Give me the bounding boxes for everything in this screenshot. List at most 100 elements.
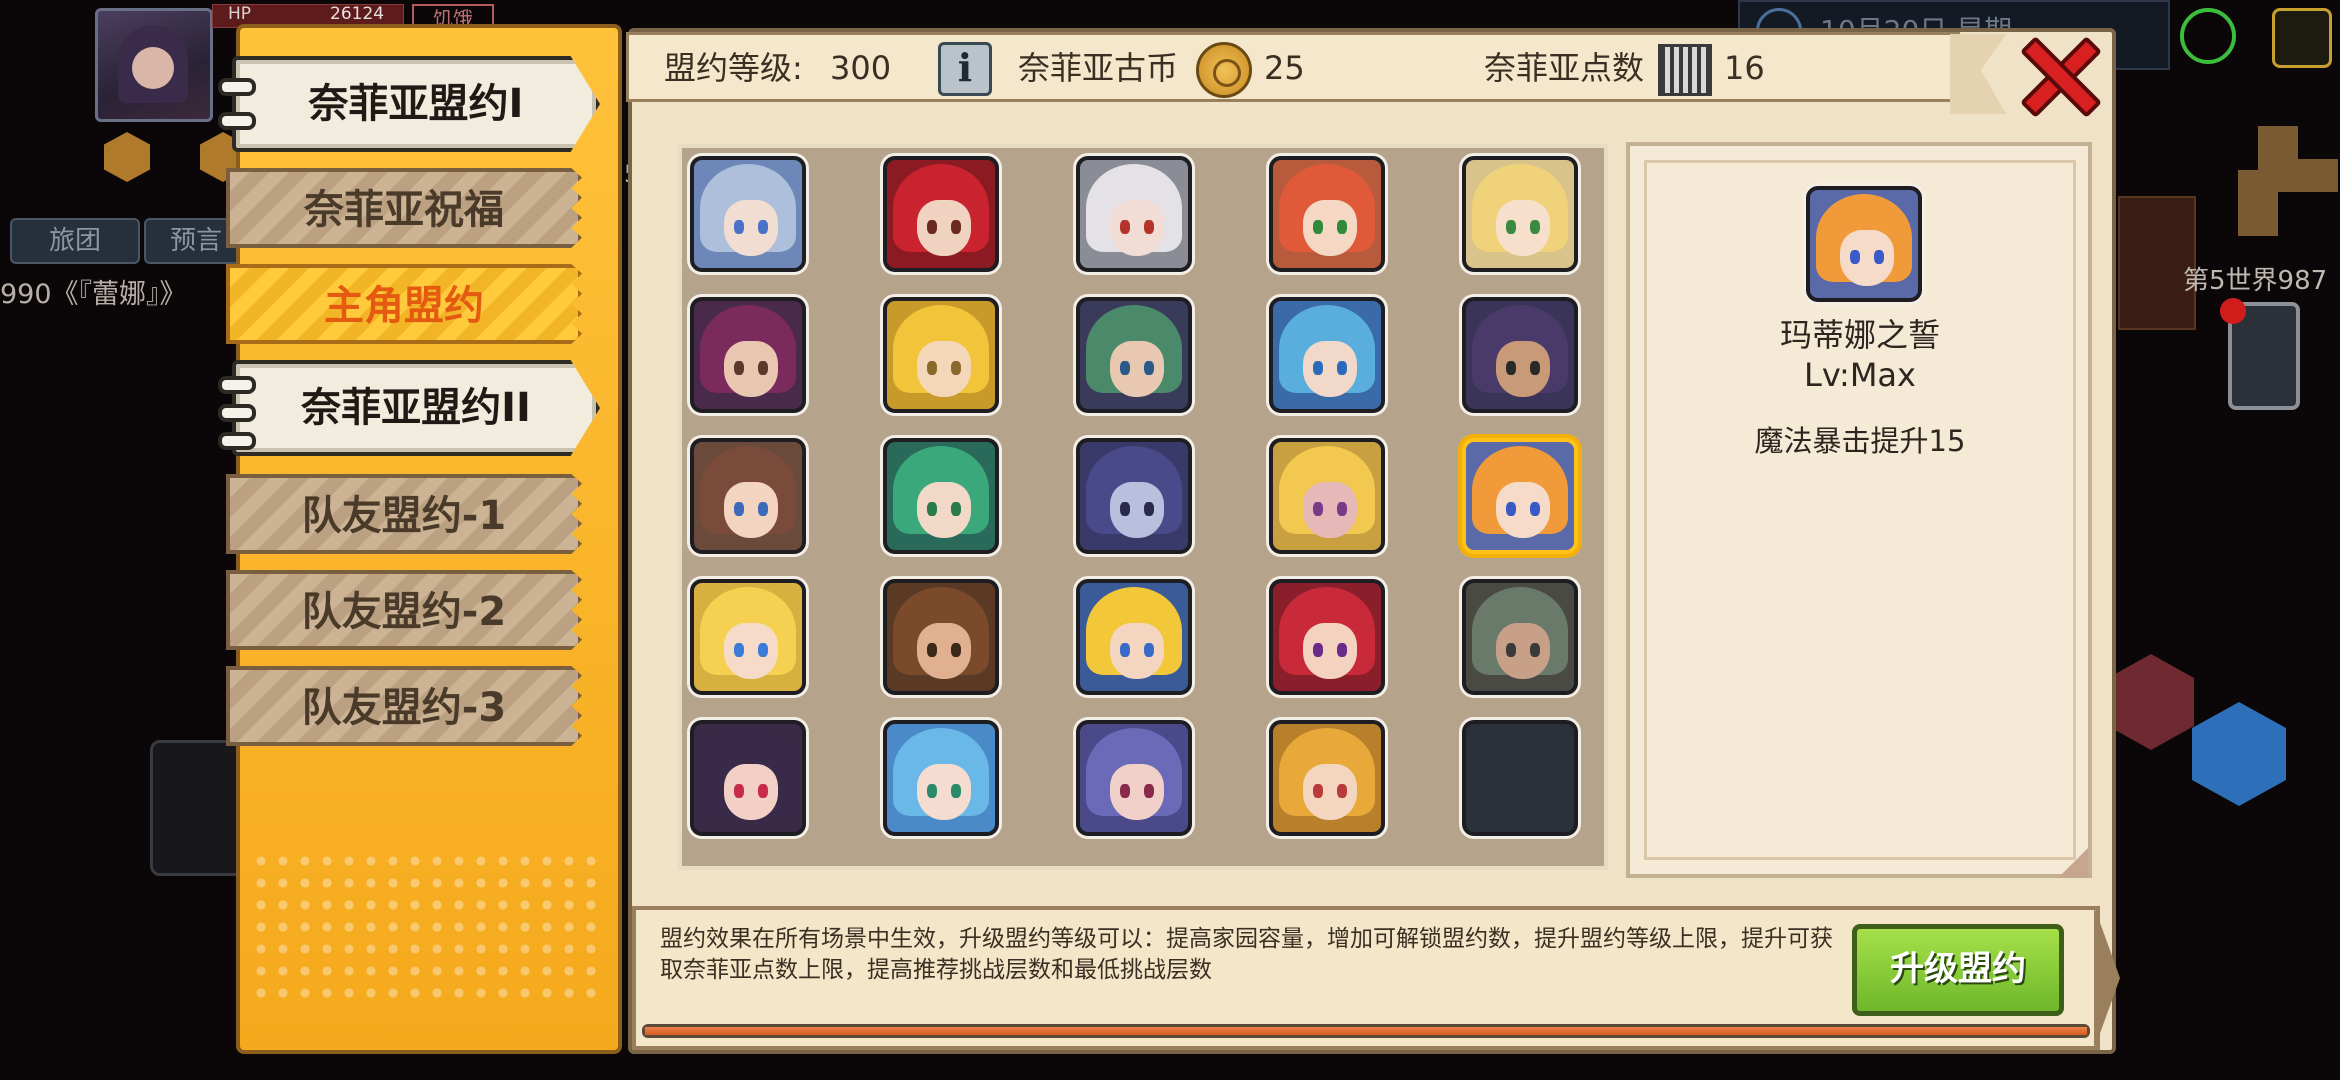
info-icon[interactable]: i bbox=[938, 42, 992, 96]
tab-nephia-blessing[interactable]: 奈菲亚祝福 bbox=[226, 168, 582, 248]
companion-portrait[interactable] bbox=[1462, 579, 1578, 695]
tab-label: 奈菲亚盟约I bbox=[308, 81, 524, 127]
points-value: 16 bbox=[1724, 49, 1765, 87]
companion-portrait[interactable] bbox=[883, 720, 999, 836]
portrait-face bbox=[1496, 341, 1550, 397]
portrait-eye bbox=[758, 784, 768, 798]
scroll-ring-icon bbox=[218, 404, 256, 422]
companion-portrait[interactable] bbox=[690, 297, 806, 413]
portrait-face bbox=[1303, 200, 1357, 256]
companion-portrait[interactable] bbox=[690, 579, 806, 695]
portrait-eye bbox=[734, 643, 744, 657]
companion-portrait[interactable] bbox=[1269, 579, 1385, 695]
guild-button: 旅团 bbox=[10, 218, 140, 264]
coin-icon bbox=[1196, 42, 1252, 98]
portrait-eye bbox=[927, 784, 937, 798]
portrait-face bbox=[1110, 200, 1164, 256]
portrait-face bbox=[917, 341, 971, 397]
scroll-ring-icon bbox=[218, 78, 256, 96]
companion-portrait[interactable] bbox=[1462, 438, 1578, 554]
companion-portrait[interactable] bbox=[883, 297, 999, 413]
companion-portrait[interactable] bbox=[1076, 579, 1192, 695]
detail-name: 玛蒂娜之誓 bbox=[1779, 316, 1940, 354]
tab-hero-pact[interactable]: 主角盟约 bbox=[226, 264, 582, 344]
companion-portrait[interactable] bbox=[883, 579, 999, 695]
portrait-eye bbox=[1120, 361, 1130, 375]
portrait-eye bbox=[1144, 502, 1154, 516]
pact-level-value: 300 bbox=[830, 49, 892, 87]
portrait-eye bbox=[927, 361, 937, 375]
companion-portrait[interactable] bbox=[690, 156, 806, 272]
companion-portrait[interactable] bbox=[1076, 156, 1192, 272]
tab-teammate-pact-2[interactable]: 队友盟约-2 bbox=[226, 570, 582, 650]
portrait-face bbox=[1303, 341, 1357, 397]
portrait-eye bbox=[1313, 502, 1323, 516]
selected-portrait bbox=[1806, 186, 1922, 302]
portrait-eye bbox=[1530, 361, 1540, 375]
portrait-face bbox=[917, 482, 971, 538]
companion-portrait[interactable] bbox=[690, 720, 806, 836]
portrait-eye bbox=[1313, 784, 1323, 798]
portrait-face bbox=[917, 764, 971, 820]
companion-portrait[interactable] bbox=[883, 156, 999, 272]
portrait-eye bbox=[1313, 361, 1323, 375]
companion-portrait[interactable] bbox=[1269, 720, 1385, 836]
buff-hex-icon bbox=[104, 132, 150, 182]
empty-portrait-slot[interactable] bbox=[1462, 720, 1578, 836]
companion-portrait[interactable] bbox=[1462, 156, 1578, 272]
npc-sprite bbox=[2238, 126, 2338, 236]
scroll-ring-icon bbox=[218, 112, 256, 130]
portrait-eye bbox=[1144, 643, 1154, 657]
tab-label: 队友盟约-3 bbox=[301, 685, 507, 731]
portrait-face bbox=[1110, 764, 1164, 820]
companion-portrait[interactable] bbox=[1269, 297, 1385, 413]
portrait-eye bbox=[1120, 502, 1130, 516]
chat-line: 990《『蕾娜』》 bbox=[0, 279, 187, 310]
portrait-eye bbox=[1144, 784, 1154, 798]
portrait-eye bbox=[1337, 643, 1347, 657]
upgrade-pact-button[interactable]: 升级盟约 bbox=[1852, 924, 2064, 1016]
portrait-eye bbox=[1850, 250, 1860, 264]
portrait-eye bbox=[951, 502, 961, 516]
tab-label: 队友盟约-2 bbox=[301, 589, 507, 635]
skill-hex-icon bbox=[2108, 654, 2194, 750]
portrait-face bbox=[724, 341, 778, 397]
close-icon[interactable] bbox=[2018, 34, 2102, 118]
hp-label: HP bbox=[228, 4, 252, 24]
portrait-eye bbox=[734, 220, 744, 234]
companion-portrait[interactable] bbox=[1462, 297, 1578, 413]
scroll-ring-icon bbox=[218, 432, 256, 450]
tab-label: 奈菲亚祝福 bbox=[304, 187, 504, 233]
portrait-eye bbox=[1144, 220, 1154, 234]
coin-value: 25 bbox=[1264, 49, 1305, 87]
portrait-eye bbox=[951, 784, 961, 798]
pact-level-label: 盟约等级: bbox=[664, 49, 803, 87]
portrait-face bbox=[1110, 623, 1164, 679]
portrait-eye bbox=[1337, 361, 1347, 375]
point-card-icon bbox=[1658, 44, 1712, 96]
portrait-eye bbox=[1120, 220, 1130, 234]
tab-nephia-pact-1[interactable]: 奈菲亚盟约I bbox=[232, 56, 600, 152]
companion-portrait[interactable] bbox=[883, 438, 999, 554]
companion-portrait[interactable] bbox=[1269, 156, 1385, 272]
tab-teammate-pact-1[interactable]: 队友盟约-1 bbox=[226, 474, 582, 554]
companion-portrait[interactable] bbox=[1269, 438, 1385, 554]
portrait-eye bbox=[1120, 784, 1130, 798]
points-label: 奈菲亚点数 bbox=[1484, 49, 1645, 87]
portrait-face bbox=[724, 482, 778, 538]
portrait-eye bbox=[1506, 361, 1516, 375]
notification-dot bbox=[2220, 298, 2246, 324]
tab-teammate-pact-3[interactable]: 队友盟约-3 bbox=[226, 666, 582, 746]
tab-nephia-pact-2[interactable]: 奈菲亚盟约II bbox=[232, 360, 600, 456]
tab-label: 奈菲亚盟约II bbox=[301, 385, 531, 431]
detail-level: Lv:Max bbox=[1804, 356, 1916, 394]
portrait-eye bbox=[1313, 220, 1323, 234]
companion-portrait[interactable] bbox=[1076, 297, 1192, 413]
companion-portrait[interactable] bbox=[1076, 438, 1192, 554]
companion-portrait[interactable] bbox=[1076, 720, 1192, 836]
companion-portrait[interactable] bbox=[690, 438, 806, 554]
portrait-face bbox=[1110, 482, 1164, 538]
portrait-eye bbox=[758, 220, 768, 234]
exit-icon bbox=[2272, 8, 2332, 68]
portrait-eye bbox=[1506, 643, 1516, 657]
